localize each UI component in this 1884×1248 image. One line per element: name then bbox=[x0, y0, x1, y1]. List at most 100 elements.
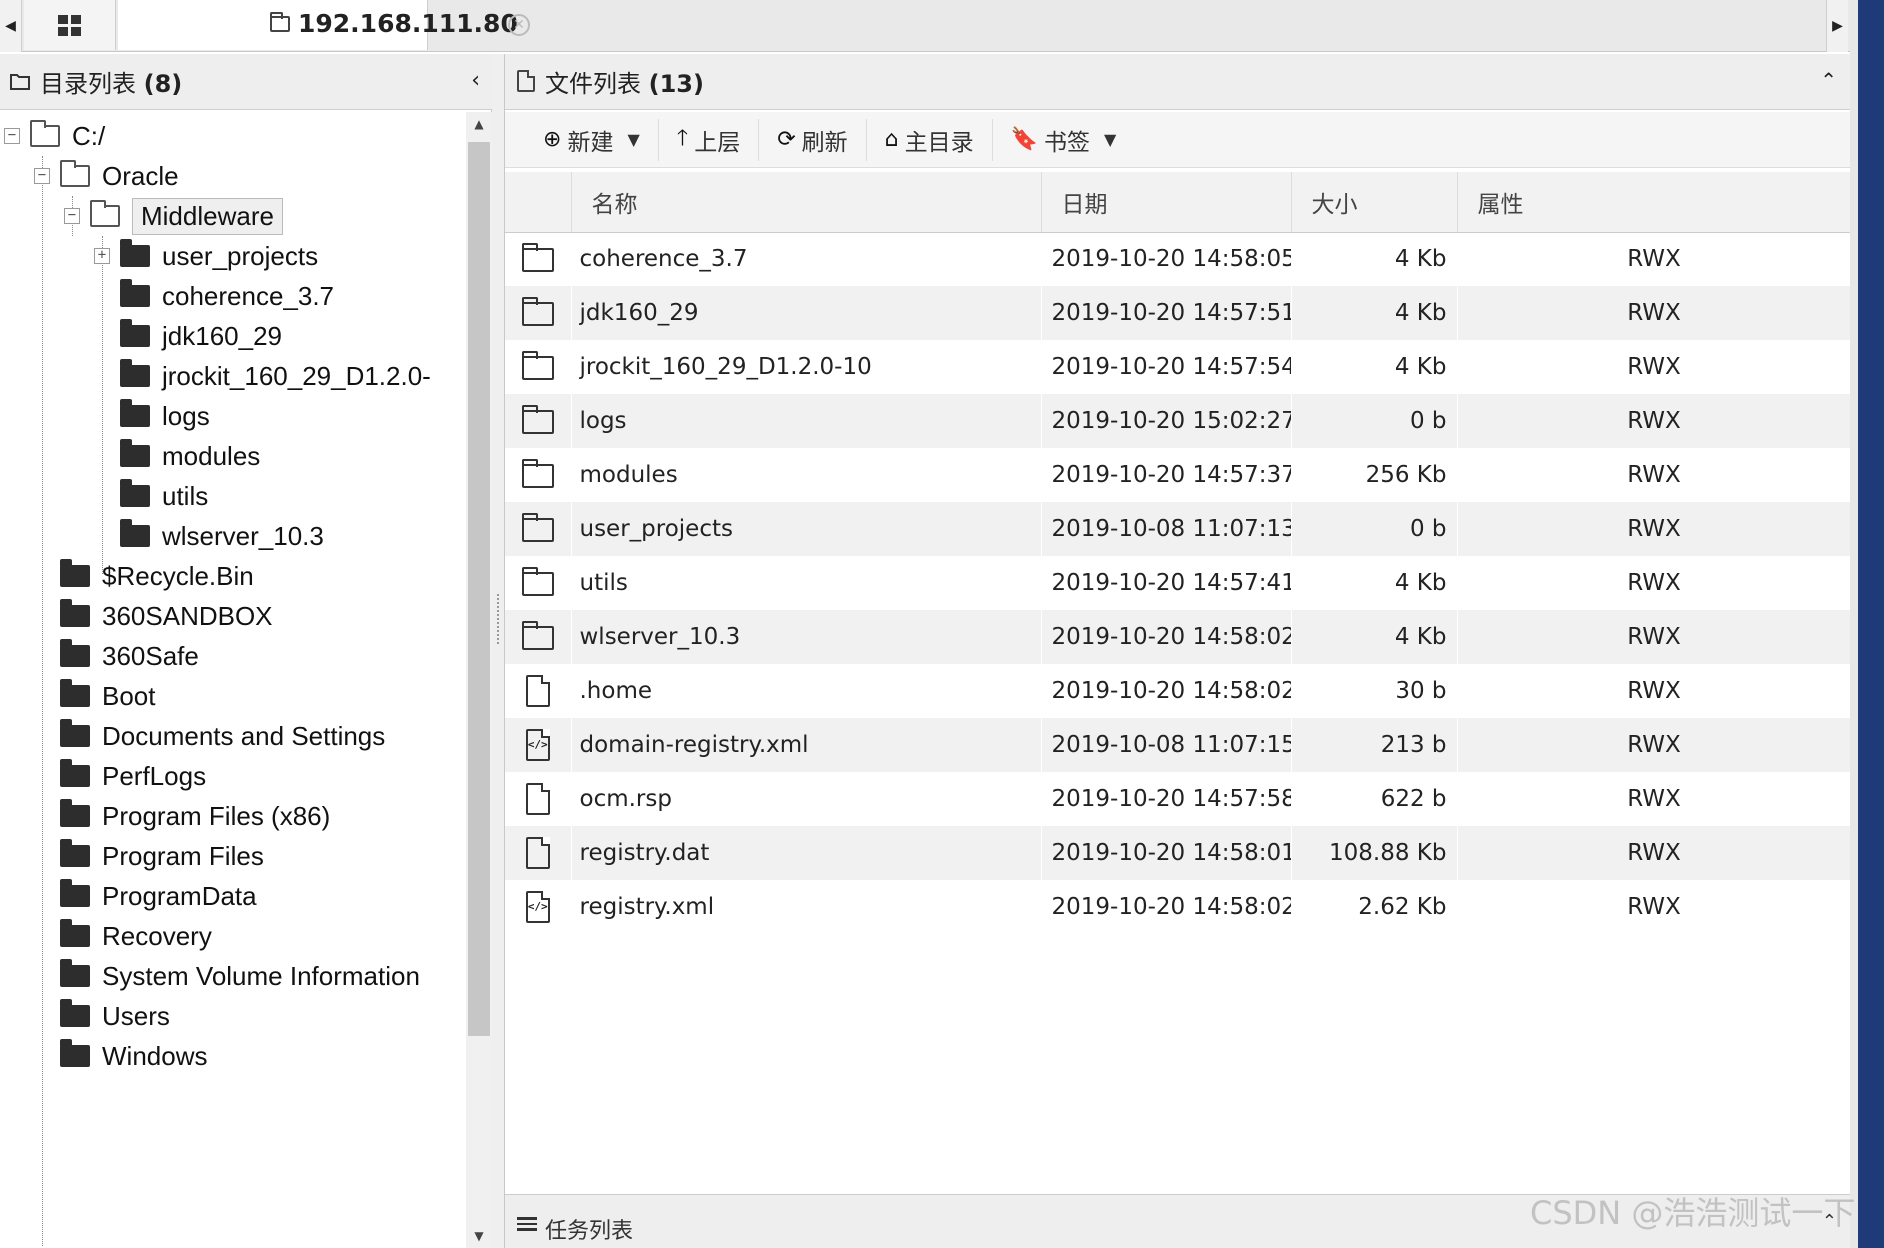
refresh-button[interactable]: ⟳ 刷新 bbox=[759, 118, 867, 161]
tree-node-label: Boot bbox=[102, 680, 156, 711]
scroll-tabs-right-button[interactable]: ▶ bbox=[1826, 0, 1848, 52]
tree-node[interactable]: PerfLogs bbox=[60, 756, 206, 796]
tree-node[interactable]: jdk160_29 bbox=[120, 316, 282, 356]
window-scrollbar[interactable] bbox=[1850, 0, 1884, 1248]
new-button[interactable]: ⊕ 新建 ▼ bbox=[525, 118, 659, 161]
tree-node[interactable]: ProgramData bbox=[60, 876, 257, 916]
scroll-down-arrow-icon[interactable]: ▼ bbox=[466, 1224, 492, 1248]
up-level-button[interactable]: 🡑 上层 bbox=[659, 118, 760, 161]
collapse-left-icon[interactable]: ‹ bbox=[471, 68, 480, 93]
table-row[interactable]: utils 2019-10-20 14:57:41 4 Kb RWX bbox=[505, 556, 1851, 610]
caret-down-icon: ▼ bbox=[1104, 130, 1117, 149]
file-name: utils bbox=[571, 556, 1042, 610]
tree-node[interactable]: utils bbox=[120, 476, 208, 516]
tree-node-root[interactable]: − C:/ bbox=[4, 116, 105, 156]
tab-bar: ◀ 192.168.111.80 ✕ ▶ bbox=[0, 0, 1850, 52]
folder-icon bbox=[60, 1039, 90, 1067]
bookmark-button[interactable]: 🔖 书签 ▼ bbox=[993, 119, 1135, 161]
file-toolbar: ⊕ 新建 ▼ 🡑 上层 ⟳ 刷新 ⌂ 主目录 🔖 书签 ▼ bbox=[505, 112, 1851, 168]
task-panel-title: 任务列表 bbox=[545, 1219, 634, 1244]
folder-icon bbox=[60, 839, 90, 867]
scroll-up-arrow-icon[interactable]: ▲ bbox=[466, 112, 492, 136]
table-row[interactable]: user_projects 2019-10-08 11:07:13 0 b RWX bbox=[505, 502, 1851, 556]
file-name: coherence_3.7 bbox=[571, 232, 1042, 286]
tree-node[interactable]: System Volume Information bbox=[60, 956, 420, 996]
tree-node[interactable]: Recovery bbox=[60, 916, 212, 956]
column-header-name[interactable]: 名称 bbox=[571, 172, 1042, 233]
file-date: 2019-10-20 14:57:54 bbox=[1041, 340, 1292, 394]
collapse-node-icon[interactable]: − bbox=[4, 128, 20, 144]
column-header-date[interactable]: 日期 bbox=[1041, 172, 1292, 233]
table-row[interactable]: wlserver_10.3 2019-10-20 14:58:02 4 Kb RWX bbox=[505, 610, 1851, 664]
tree-node[interactable]: Program Files (x86) bbox=[60, 796, 330, 836]
tab-host[interactable]: 192.168.111.80 ✕ bbox=[118, 0, 530, 50]
file-name: registry.dat bbox=[571, 826, 1042, 880]
home-button[interactable]: ⌂ 主目录 bbox=[867, 118, 993, 161]
column-header-size[interactable]: 大小 bbox=[1291, 172, 1458, 233]
file-name: modules bbox=[571, 448, 1042, 502]
scroll-tabs-left-button[interactable]: ◀ bbox=[0, 0, 22, 52]
table-row[interactable]: ocm.rsp 2019-10-20 14:57:58 622 b RWX bbox=[505, 772, 1851, 826]
table-row[interactable]: </> registry.xml 2019-10-20 14:58:02 2.62 K… bbox=[505, 880, 1851, 934]
tree-node[interactable]: wlserver_10.3 bbox=[120, 516, 324, 556]
table-row[interactable]: registry.dat 2019-10-20 14:58:01 108.88 Kb… bbox=[505, 826, 1851, 880]
folder-icon bbox=[120, 359, 150, 387]
file-attr: RWX bbox=[1457, 826, 1851, 880]
tree-node[interactable]: modules bbox=[120, 436, 260, 476]
scrollbar-thumb[interactable] bbox=[468, 142, 490, 1036]
tree-node[interactable]: logs bbox=[120, 396, 210, 436]
tree-node-middleware[interactable]: − Middleware bbox=[64, 196, 283, 236]
file-attr: RWX bbox=[1457, 448, 1851, 502]
folder-icon bbox=[521, 458, 554, 488]
refresh-label: 刷新 bbox=[801, 129, 848, 156]
table-row[interactable]: jdk160_29 2019-10-20 14:57:51 4 Kb RWX bbox=[505, 286, 1851, 340]
tree-node-oracle[interactable]: − Oracle bbox=[34, 156, 179, 196]
folder-icon bbox=[60, 759, 90, 787]
tab-overview-button[interactable] bbox=[24, 0, 116, 50]
tree-node[interactable]: 360SANDBOX bbox=[60, 596, 273, 636]
tree-node[interactable]: jrockit_160_29_D1.2.0- bbox=[120, 356, 431, 396]
column-header-attr[interactable]: 属性 bbox=[1457, 172, 1851, 233]
file-date: 2019-10-20 14:58:02 bbox=[1041, 664, 1292, 718]
file-size: 4 Kb bbox=[1291, 232, 1458, 286]
tree-node-label: user_projects bbox=[162, 240, 319, 271]
tree-node-label: Documents and Settings bbox=[102, 720, 386, 751]
collapse-node-icon[interactable]: − bbox=[34, 168, 50, 184]
tree-node[interactable]: Program Files bbox=[60, 836, 264, 876]
code-file-icon: </> bbox=[525, 729, 550, 761]
tree-node-label: Program Files (x86) bbox=[102, 800, 331, 831]
tree-node[interactable]: $Recycle.Bin bbox=[60, 556, 254, 596]
table-row[interactable]: coherence_3.7 2019-10-20 14:58:05 4 Kb RWX bbox=[505, 232, 1851, 286]
table-row[interactable]: jrockit_160_29_D1.2.0-10 2019-10-20 14:57… bbox=[505, 340, 1851, 394]
tree-node-label: Oracle bbox=[102, 160, 179, 191]
file-size: 622 b bbox=[1291, 772, 1458, 826]
tree-node-label: coherence_3.7 bbox=[162, 280, 335, 311]
bookmark-label: 书签 bbox=[1044, 129, 1091, 156]
file-icon bbox=[525, 783, 550, 815]
tree-node[interactable]: Documents and Settings bbox=[60, 716, 385, 756]
tree-node[interactable]: Users bbox=[60, 996, 170, 1036]
collapse-up-icon[interactable]: ⌃ bbox=[1820, 68, 1837, 92]
table-row[interactable]: modules 2019-10-20 14:57:37 256 Kb RWX bbox=[505, 448, 1851, 502]
arrow-up-icon: 🡑 bbox=[676, 125, 689, 151]
expand-node-icon[interactable]: + bbox=[94, 248, 110, 264]
directory-panel-header: 目录列表 (8) ‹ bbox=[0, 54, 492, 110]
folder-icon bbox=[521, 296, 554, 326]
folder-icon bbox=[120, 239, 150, 267]
close-tab-icon[interactable]: ✕ bbox=[508, 14, 530, 36]
tree-node[interactable]: coherence_3.7 bbox=[120, 276, 334, 316]
directory-scrollbar[interactable]: ▲ ▼ bbox=[466, 112, 492, 1248]
tree-node[interactable]: + user_projects bbox=[94, 236, 318, 276]
tree-node-label: Program Files bbox=[102, 840, 264, 871]
folder-icon bbox=[120, 439, 150, 467]
panel-splitter[interactable] bbox=[492, 54, 504, 1248]
table-row[interactable]: </> domain-registry.xml 2019-10-08 11:07:1… bbox=[505, 718, 1851, 772]
file-date: 2019-10-20 15:02:27 bbox=[1041, 394, 1292, 448]
tree-node[interactable]: 360Safe bbox=[60, 636, 199, 676]
tree-node[interactable]: Windows bbox=[60, 1036, 207, 1076]
table-row[interactable]: .home 2019-10-20 14:58:02 30 b RWX bbox=[505, 664, 1851, 718]
collapse-node-icon[interactable]: − bbox=[64, 208, 80, 224]
table-row[interactable]: logs 2019-10-20 15:02:27 0 b RWX bbox=[505, 394, 1851, 448]
tree-node[interactable]: Boot bbox=[60, 676, 156, 716]
file-icon-cell bbox=[505, 772, 572, 826]
